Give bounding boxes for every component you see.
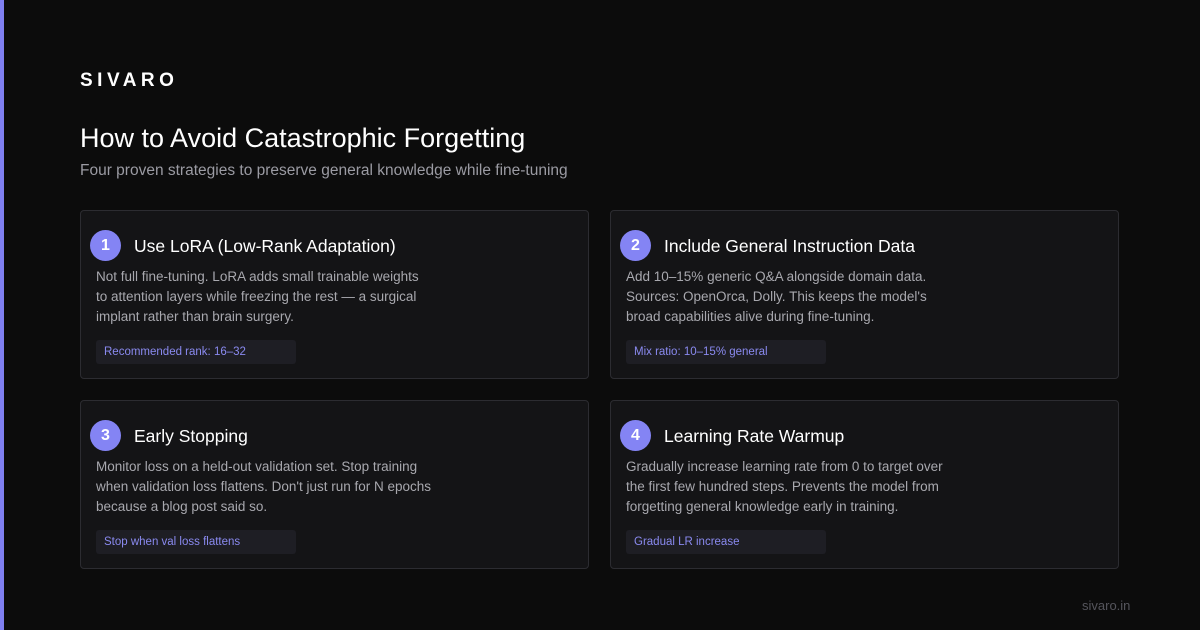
strategy-card-general-data: 2 Include General Instruction Data Add 1… [610, 210, 1119, 379]
card-description: Not full fine-tuning. LoRA adds small tr… [96, 267, 456, 327]
card-title: Include General Instruction Data [664, 236, 915, 256]
recommendation-tag: Stop when val loss flattens [96, 530, 296, 554]
card-description: Add 10–15% generic Q&A alongside domain … [626, 267, 986, 327]
card-description-line: forgetting general knowledge early in tr… [626, 499, 899, 514]
strategy-card-early-stopping: 3 Early Stopping Monitor loss on a held-… [80, 400, 589, 569]
step-number-badge: 1 [90, 230, 121, 261]
card-description: Monitor loss on a held-out validation se… [96, 457, 456, 517]
step-number-badge: 3 [90, 420, 121, 451]
card-description-line: the first few hundred steps. Prevents th… [626, 479, 939, 494]
recommendation-tag: Mix ratio: 10–15% general [626, 340, 826, 364]
card-description-line: to attention layers while freezing the r… [96, 289, 417, 304]
card-title: Early Stopping [134, 426, 248, 446]
page-subtitle: Four proven strategies to preserve gener… [80, 162, 568, 179]
footer-domain: sivaro.in [1082, 598, 1131, 613]
card-description-line: when validation loss flattens. Don't jus… [96, 479, 432, 494]
strategy-card-lora: 1 Use LoRA (Low-Rank Adaptation) Not ful… [80, 210, 589, 379]
card-title: Use LoRA (Low-Rank Adaptation) [134, 236, 396, 256]
card-title: Learning Rate Warmup [664, 426, 845, 446]
card-description-line: Add 10–15% generic Q&A alongside domain … [626, 269, 927, 284]
recommendation-tag: Recommended rank: 16–32 [96, 340, 296, 364]
strategy-card-lr-warmup: 4 Learning Rate Warmup Gradually increas… [610, 400, 1119, 569]
recommendation-tag: Gradual LR increase [626, 530, 826, 554]
page-title: How to Avoid Catastrophic Forgetting [80, 123, 526, 153]
card-description-line: Sources: OpenOrca, Dolly. This keeps the… [626, 289, 927, 304]
card-description-line: because a blog post said so. [96, 499, 268, 514]
brand-logo: SIVARO [80, 70, 179, 91]
card-description-line: broad capabilities alive during fine-tun… [626, 309, 875, 324]
card-description-line: implant rather than brain surgery. [96, 309, 294, 324]
card-description-line: Not full fine-tuning. LoRA adds small tr… [96, 269, 419, 284]
step-number-badge: 2 [620, 230, 651, 261]
accent-bar [0, 0, 4, 630]
card-description: Gradually increase learning rate from 0 … [626, 457, 986, 517]
step-number-badge: 4 [620, 420, 651, 451]
card-description-line: Monitor loss on a held-out validation se… [96, 459, 418, 474]
card-description-line: Gradually increase learning rate from 0 … [626, 459, 943, 474]
